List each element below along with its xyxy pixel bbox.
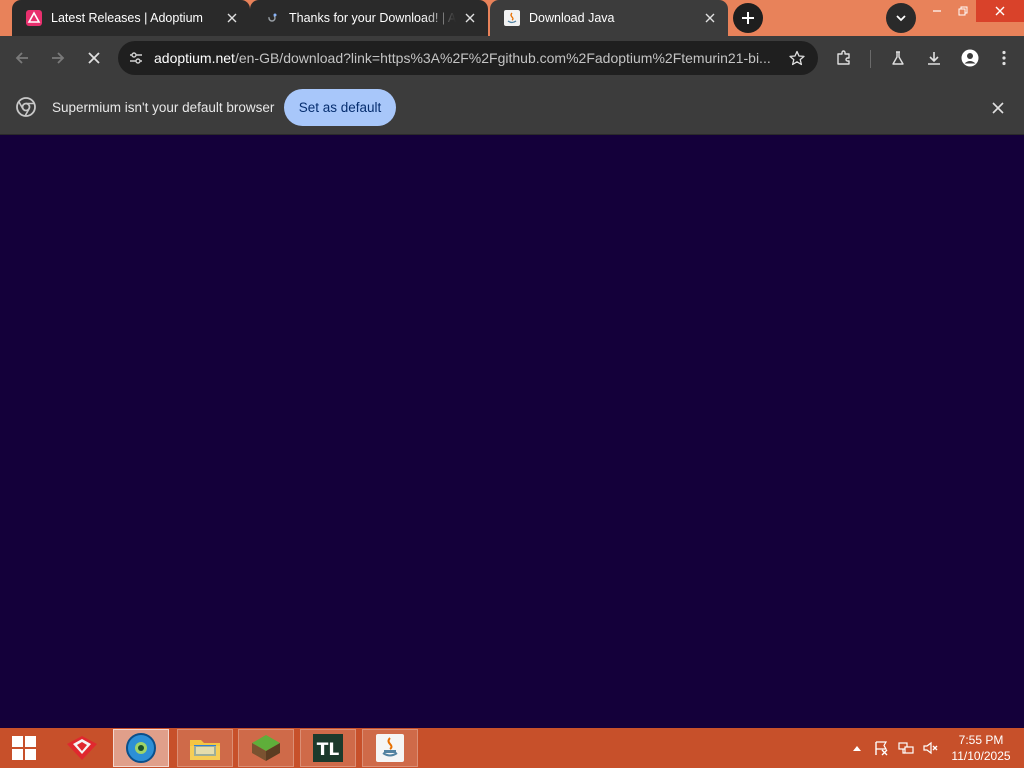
chevron-down-icon [896,15,906,22]
flask-icon [892,51,904,65]
menu-button[interactable] [990,44,1018,72]
close-icon [88,52,100,64]
tab-title: Thanks for your Download! | Ad [289,11,456,25]
set-as-default-button[interactable]: Set as default [284,89,396,126]
url-text[interactable]: adoptium.net/en-GB/download?link=https%3… [154,50,782,66]
tab-strip: Latest Releases | Adoptium Thanks for yo… [0,0,1024,36]
system-clock[interactable]: 7:55 PM 11/10/2025 [944,732,1018,764]
adoptium-icon [26,10,42,26]
file-explorer-icon[interactable] [177,729,233,767]
action-center-flag-icon[interactable] [870,728,892,768]
tab-close-icon[interactable] [702,10,718,26]
volume-muted-icon[interactable] [919,728,941,768]
address-bar[interactable]: adoptium.net/en-GB/download?link=https%3… [118,41,818,75]
tlauncher-label: TL [317,740,340,760]
taskbar: TL 7:55 PM 11/10/2025 [0,728,1024,768]
tab-search-button[interactable] [886,3,916,33]
chromium-icon [16,97,36,117]
downloads-button[interactable] [920,44,948,72]
bookmark-star-icon[interactable] [782,43,812,73]
avatar-icon [961,49,979,67]
browser-toolbar: adoptium.net/en-GB/download?link=https%3… [0,36,1024,80]
toolbox-app-icon[interactable] [54,729,110,767]
minimize-button[interactable] [924,0,950,22]
default-browser-infobar: Supermium isn't your default browser Set… [0,80,1024,135]
plus-icon [742,12,754,24]
minimize-icon [933,10,941,12]
tlauncher-icon[interactable]: TL [300,729,356,767]
window-close-button[interactable] [976,0,1024,22]
supermium-browser-icon[interactable] [113,729,169,767]
tab-title: Download Java [529,11,615,25]
windows-logo-icon [12,736,36,760]
restore-icon [958,6,968,16]
close-icon [992,102,1004,114]
infobar-close-button[interactable] [986,96,1010,120]
tab-title: Latest Releases | Adoptium [51,11,203,25]
network-icon[interactable] [895,728,917,768]
tab-thanks-for-download[interactable]: Thanks for your Download! | Ad [250,0,488,36]
java-app-icon[interactable] [362,729,418,767]
java-icon [504,10,520,26]
puzzle-icon [837,50,850,65]
infobar-message: Supermium isn't your default browser [52,100,275,115]
new-tab-button[interactable] [733,3,763,33]
tab-close-icon[interactable] [462,10,478,26]
minecraft-icon[interactable] [238,729,294,767]
back-button[interactable] [8,44,36,72]
clock-time: 7:55 PM [958,733,1004,747]
profile-button[interactable] [956,44,984,72]
toolbar-divider [870,50,871,68]
labs-button[interactable] [884,44,912,72]
url-host: adoptium.net [154,50,235,66]
url-path: /en-GB/download?link=https%3A%2F%2Fgithu… [234,50,771,66]
start-button[interactable] [0,728,48,768]
close-icon [995,6,1005,16]
more-vert-icon [1002,50,1006,66]
site-info-icon[interactable] [122,44,150,72]
tab-latest-releases[interactable]: Latest Releases | Adoptium [12,0,250,36]
download-icon [928,52,940,65]
show-hidden-icons-button[interactable] [848,728,866,768]
page-content [0,135,1024,728]
extensions-button[interactable] [830,44,858,72]
forward-button[interactable] [44,44,72,72]
chevron-up-icon [853,746,861,751]
stop-loading-button[interactable] [80,44,108,72]
loading-icon [264,10,280,26]
back-arrow-icon [15,52,28,64]
restore-button[interactable] [950,0,976,22]
tab-download-java[interactable]: Download Java [490,0,728,36]
tab-close-icon[interactable] [224,10,240,26]
clock-date: 11/10/2025 [951,749,1011,763]
forward-arrow-icon [52,52,65,64]
